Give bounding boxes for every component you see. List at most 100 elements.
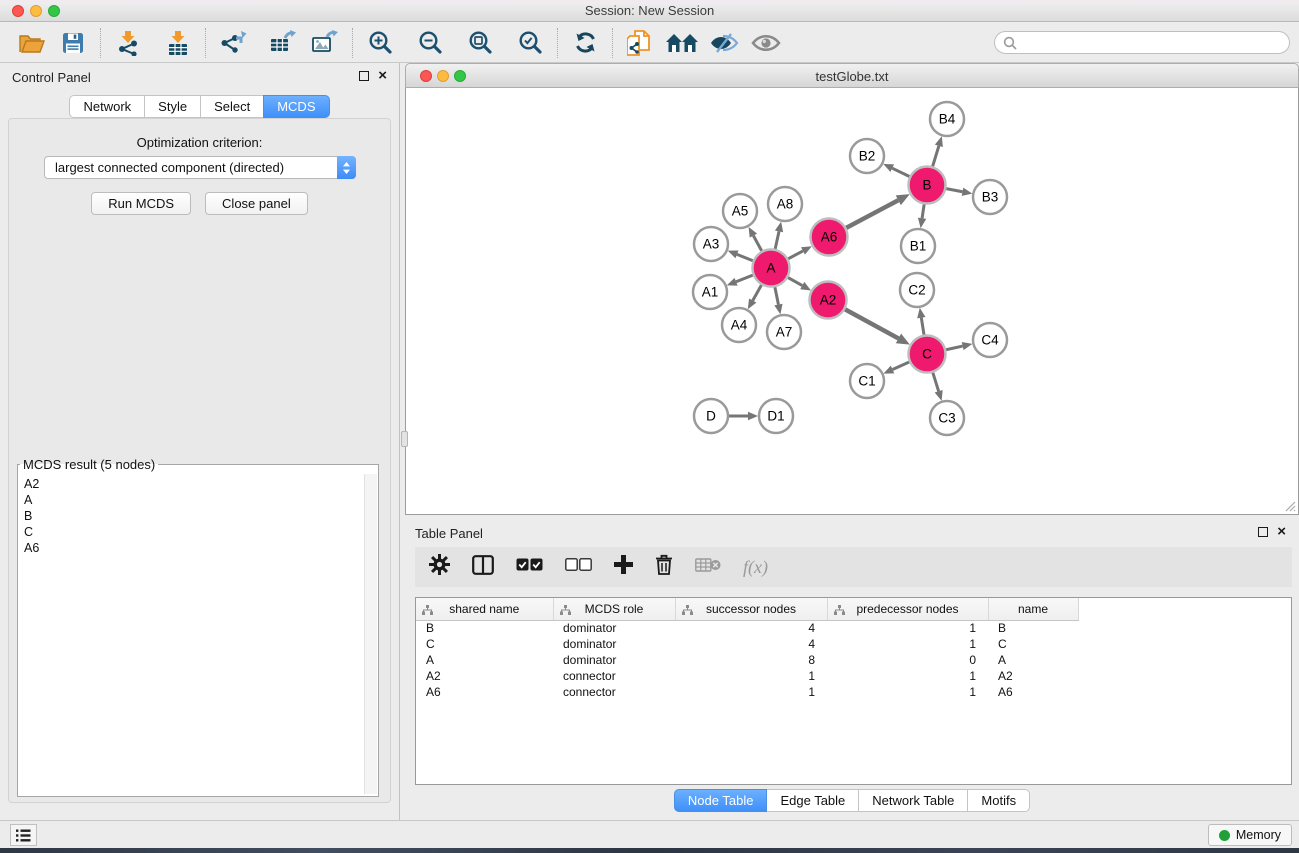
show-all-icon[interactable] <box>749 27 783 59</box>
edge-A2-C[interactable] <box>845 309 898 338</box>
cell-name[interactable]: A6 <box>988 684 1078 700</box>
save-session-icon[interactable] <box>56 27 90 59</box>
delete-table-icon[interactable] <box>695 557 721 578</box>
cell-MCDS-role[interactable]: dominator <box>553 636 675 652</box>
result-scrollbar[interactable] <box>364 474 377 794</box>
tab-select[interactable]: Select <box>200 95 264 118</box>
edge-A-A7[interactable] <box>775 287 779 304</box>
column-header-MCDS-role[interactable]: MCDS role <box>553 598 675 620</box>
tab-mcds[interactable]: MCDS <box>263 95 329 118</box>
cell-shared-name[interactable]: B <box>416 620 553 636</box>
cell-successor-nodes[interactable]: 1 <box>675 668 827 684</box>
result-item[interactable]: A6 <box>24 540 358 556</box>
cell-shared-name[interactable]: A <box>416 652 553 668</box>
column-header-name[interactable]: name <box>988 598 1078 620</box>
cell-MCDS-role[interactable]: connector <box>553 684 675 700</box>
edge-C-C1[interactable] <box>893 362 910 370</box>
deselect-all-icon[interactable] <box>565 558 592 576</box>
edge-B-B4[interactable] <box>933 146 939 167</box>
cell-successor-nodes[interactable]: 1 <box>675 684 827 700</box>
edge-A-A1[interactable] <box>736 275 753 282</box>
splitter-handle[interactable] <box>401 431 408 447</box>
cell-name[interactable]: C <box>988 636 1078 652</box>
edge-C-C4[interactable] <box>946 346 963 350</box>
toggle-panel-icon[interactable] <box>472 555 494 580</box>
node-table[interactable]: shared nameMCDS rolesuccessor nodesprede… <box>415 597 1292 785</box>
edge-B-B2[interactable] <box>892 168 909 176</box>
cell-predecessor-nodes[interactable]: 1 <box>827 668 988 684</box>
cell-MCDS-role[interactable]: dominator <box>553 652 675 668</box>
cell-shared-name[interactable]: C <box>416 636 553 652</box>
table-row[interactable]: A6connector11A6 <box>416 684 1098 700</box>
mcds-result-list[interactable]: A2ABCA6 <box>20 474 362 794</box>
result-item[interactable]: C <box>24 524 358 540</box>
zoom-fit-icon[interactable] <box>463 27 497 59</box>
network-graph[interactable]: B4B2BB3A8A5A6B1A3AC2A1A2A4A7C4CC1C3DD1 <box>406 88 1298 513</box>
cell-predecessor-nodes[interactable]: 1 <box>827 636 988 652</box>
tab-motifs[interactable]: Motifs <box>967 789 1030 812</box>
result-item[interactable]: B <box>24 508 358 524</box>
close-panel-button[interactable]: Close panel <box>205 192 308 215</box>
hide-selected-icon[interactable] <box>707 27 741 59</box>
add-column-icon[interactable] <box>614 555 633 579</box>
cell-predecessor-nodes[interactable]: 1 <box>827 620 988 636</box>
run-mcds-button[interactable]: Run MCDS <box>91 192 191 215</box>
tab-network-table[interactable]: Network Table <box>858 789 968 812</box>
cell-successor-nodes[interactable]: 4 <box>675 636 827 652</box>
tab-node-table[interactable]: Node Table <box>674 789 768 812</box>
network-canvas[interactable]: B4B2BB3A8A5A6B1A3AC2A1A2A4A7C4CC1C3DD1 <box>405 88 1299 515</box>
edge-C-C3[interactable] <box>933 373 939 392</box>
function-builder-icon[interactable]: f(x) <box>743 557 768 578</box>
table-settings-icon[interactable] <box>429 554 450 580</box>
export-network-icon[interactable] <box>216 27 250 59</box>
import-table-icon[interactable] <box>161 27 195 59</box>
edge-C-C2[interactable] <box>921 318 924 335</box>
column-header-predecessor-nodes[interactable]: predecessor nodes <box>827 598 988 620</box>
result-item[interactable]: A2 <box>24 476 358 492</box>
cell-MCDS-role[interactable]: dominator <box>553 620 675 636</box>
table-row[interactable]: Bdominator41B <box>416 620 1098 636</box>
zoom-selected-icon[interactable] <box>513 27 547 59</box>
edge-A-A8[interactable] <box>775 231 779 249</box>
result-item[interactable]: A <box>24 492 358 508</box>
search-field[interactable] <box>994 31 1290 54</box>
network-from-selection-icon[interactable] <box>623 27 657 59</box>
zoom-out-icon[interactable] <box>413 27 447 59</box>
cell-successor-nodes[interactable]: 4 <box>675 620 827 636</box>
cell-shared-name[interactable]: A2 <box>416 668 553 684</box>
cell-shared-name[interactable]: A6 <box>416 684 553 700</box>
column-header-successor-nodes[interactable]: successor nodes <box>675 598 827 620</box>
edge-A-A4[interactable] <box>753 285 762 301</box>
cell-name[interactable]: A <box>988 652 1078 668</box>
edge-A-A5[interactable] <box>753 236 761 251</box>
network-window-titlebar[interactable]: testGlobe.txt <box>405 63 1299 88</box>
edge-B-B1[interactable] <box>922 204 924 218</box>
cell-predecessor-nodes[interactable]: 1 <box>827 684 988 700</box>
import-network-icon[interactable] <box>111 27 145 59</box>
table-row[interactable]: A2connector11A2 <box>416 668 1098 684</box>
open-session-icon[interactable] <box>14 27 48 59</box>
table-row[interactable]: Cdominator41C <box>416 636 1098 652</box>
close-panel-icon[interactable]: × <box>378 71 387 81</box>
edge-A-A2[interactable] <box>788 278 802 286</box>
select-all-icon[interactable] <box>516 558 543 576</box>
resize-grip-icon[interactable] <box>1283 499 1296 512</box>
delete-column-icon[interactable] <box>655 554 673 580</box>
memory-button[interactable]: Memory <box>1208 824 1292 846</box>
edge-A-A6[interactable] <box>788 251 803 259</box>
cell-name[interactable]: A2 <box>988 668 1078 684</box>
search-input[interactable] <box>1023 35 1289 50</box>
tab-edge-table[interactable]: Edge Table <box>766 789 859 812</box>
first-neighbors-icon[interactable] <box>665 27 699 59</box>
tab-network[interactable]: Network <box>69 95 145 118</box>
zoom-in-icon[interactable] <box>363 27 397 59</box>
criterion-dropdown[interactable]: largest connected component (directed) <box>44 156 356 179</box>
cell-predecessor-nodes[interactable]: 0 <box>827 652 988 668</box>
cell-successor-nodes[interactable]: 8 <box>675 652 827 668</box>
task-history-button[interactable] <box>10 824 37 846</box>
tab-style[interactable]: Style <box>144 95 201 118</box>
edge-A-A3[interactable] <box>737 254 753 260</box>
export-table-icon[interactable] <box>266 27 300 59</box>
export-image-icon[interactable] <box>308 27 342 59</box>
edge-B-B3[interactable] <box>946 189 962 192</box>
